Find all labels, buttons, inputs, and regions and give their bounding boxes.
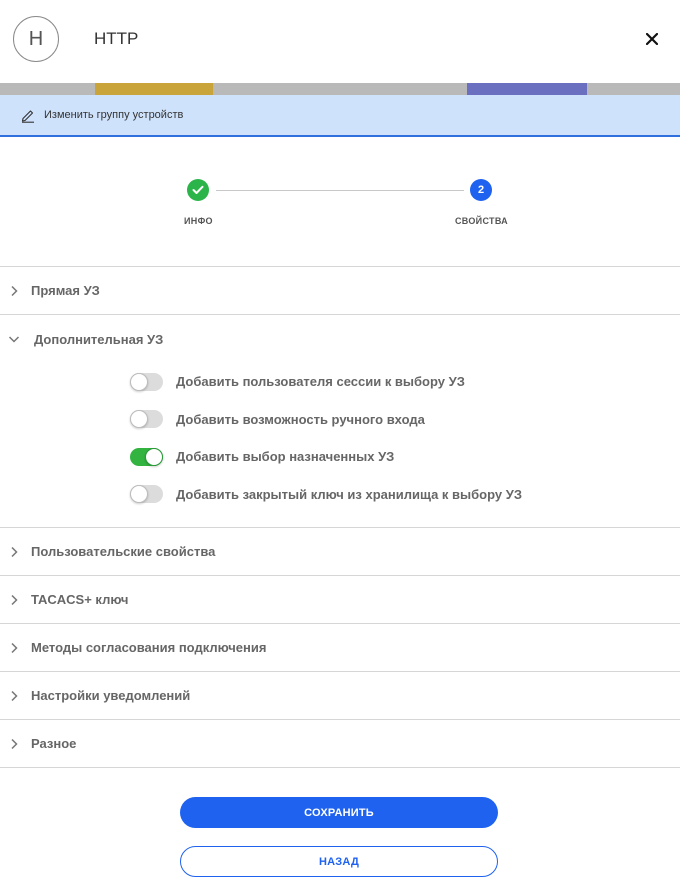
section-header[interactable]: Пользовательские свойства bbox=[0, 528, 680, 575]
section-misc: Разное bbox=[0, 719, 680, 767]
toggle-label: Добавить пользователя сессии к выбору УЗ bbox=[176, 374, 465, 390]
step-info-label: ИНФО bbox=[184, 216, 213, 226]
divider bbox=[0, 767, 680, 768]
section-header[interactable]: Методы согласования подключения bbox=[0, 624, 680, 671]
save-button[interactable]: СОХРАНИТЬ bbox=[180, 797, 498, 828]
edit-device-group-label: Изменить группу устройств bbox=[44, 109, 184, 121]
section-body: Добавить пользователя сессии к выбору УЗ… bbox=[0, 363, 680, 527]
step-number: 2 bbox=[477, 184, 485, 196]
toggle-label: Добавить закрытый ключ из хранилища к вы… bbox=[176, 486, 522, 502]
section-header[interactable]: Настройки уведомлений bbox=[0, 672, 680, 719]
background-block bbox=[95, 83, 213, 95]
chevron-right-icon bbox=[8, 285, 20, 297]
manual-login-toggle[interactable] bbox=[130, 410, 163, 429]
section-tacacs-key: TACACS+ ключ bbox=[0, 575, 680, 623]
dialog-title: HTTP bbox=[94, 29, 139, 48]
step-properties-indicator[interactable]: 2 bbox=[470, 179, 492, 201]
avatar-letter: H bbox=[28, 27, 44, 50]
edit-device-group-bar[interactable]: Изменить группу устройств bbox=[0, 95, 680, 137]
avatar: H bbox=[13, 16, 59, 62]
chevron-right-icon bbox=[8, 546, 20, 558]
settings-sections: Прямая УЗ Дополнительная УЗ Добавить пол… bbox=[0, 266, 680, 768]
step-info-indicator[interactable] bbox=[187, 179, 209, 201]
toggle-label: Добавить выбор назначенных УЗ bbox=[176, 449, 395, 465]
toggle-row-private-key: Добавить закрытый ключ из хранилища к вы… bbox=[130, 476, 680, 514]
stepper: 2 ИНФО СВОЙСТВА bbox=[0, 170, 680, 240]
section-header[interactable]: Прямая УЗ bbox=[0, 267, 680, 314]
toggle-knob bbox=[130, 372, 148, 391]
chevron-right-icon bbox=[8, 690, 20, 702]
section-title: Методы согласования подключения bbox=[31, 640, 267, 655]
section-notification-settings: Настройки уведомлений bbox=[0, 671, 680, 719]
private-key-toggle[interactable] bbox=[130, 485, 163, 504]
dialog-header: H HTTP bbox=[0, 0, 680, 83]
section-title: TACACS+ ключ bbox=[31, 592, 129, 607]
section-title: Дополнительная УЗ bbox=[34, 331, 164, 347]
section-header[interactable]: TACACS+ ключ bbox=[0, 576, 680, 623]
toggle-knob bbox=[145, 447, 163, 466]
step-properties-label: СВОЙСТВА bbox=[455, 216, 508, 226]
check-icon bbox=[192, 185, 204, 194]
session-user-toggle[interactable] bbox=[130, 372, 163, 391]
chevron-down-icon bbox=[8, 333, 20, 345]
chevron-right-icon bbox=[8, 594, 20, 606]
chevron-right-icon bbox=[8, 642, 20, 654]
back-button[interactable]: НАЗАД bbox=[180, 846, 498, 877]
section-additional-account: Дополнительная УЗ Добавить пользователя … bbox=[0, 314, 680, 527]
background-strip bbox=[0, 83, 680, 95]
pencil-icon bbox=[20, 107, 36, 123]
section-connection-negotiation: Методы согласования подключения bbox=[0, 623, 680, 671]
toggle-row-assigned-accounts: Добавить выбор назначенных УЗ bbox=[130, 438, 680, 476]
section-header[interactable]: Разное bbox=[0, 720, 680, 767]
toggle-row-manual-login: Добавить возможность ручного входа bbox=[130, 401, 680, 439]
section-title: Настройки уведомлений bbox=[31, 688, 191, 703]
toggle-knob bbox=[130, 410, 148, 429]
close-button[interactable] bbox=[641, 28, 663, 50]
close-icon bbox=[646, 33, 658, 45]
section-title: Прямая УЗ bbox=[31, 283, 100, 298]
section-custom-properties: Пользовательские свойства bbox=[0, 527, 680, 575]
section-title: Пользовательские свойства bbox=[31, 544, 216, 559]
assigned-accounts-toggle[interactable] bbox=[130, 447, 163, 466]
background-block bbox=[467, 83, 587, 95]
stepper-connector bbox=[216, 190, 464, 191]
toggle-label: Добавить возможность ручного входа bbox=[176, 411, 425, 427]
toggle-knob bbox=[130, 485, 148, 504]
section-direct-account: Прямая УЗ bbox=[0, 266, 680, 314]
section-header[interactable]: Дополнительная УЗ bbox=[0, 315, 680, 363]
chevron-right-icon bbox=[8, 738, 20, 750]
toggle-row-session-user: Добавить пользователя сессии к выбору УЗ bbox=[130, 363, 680, 401]
section-title: Разное bbox=[31, 736, 77, 751]
